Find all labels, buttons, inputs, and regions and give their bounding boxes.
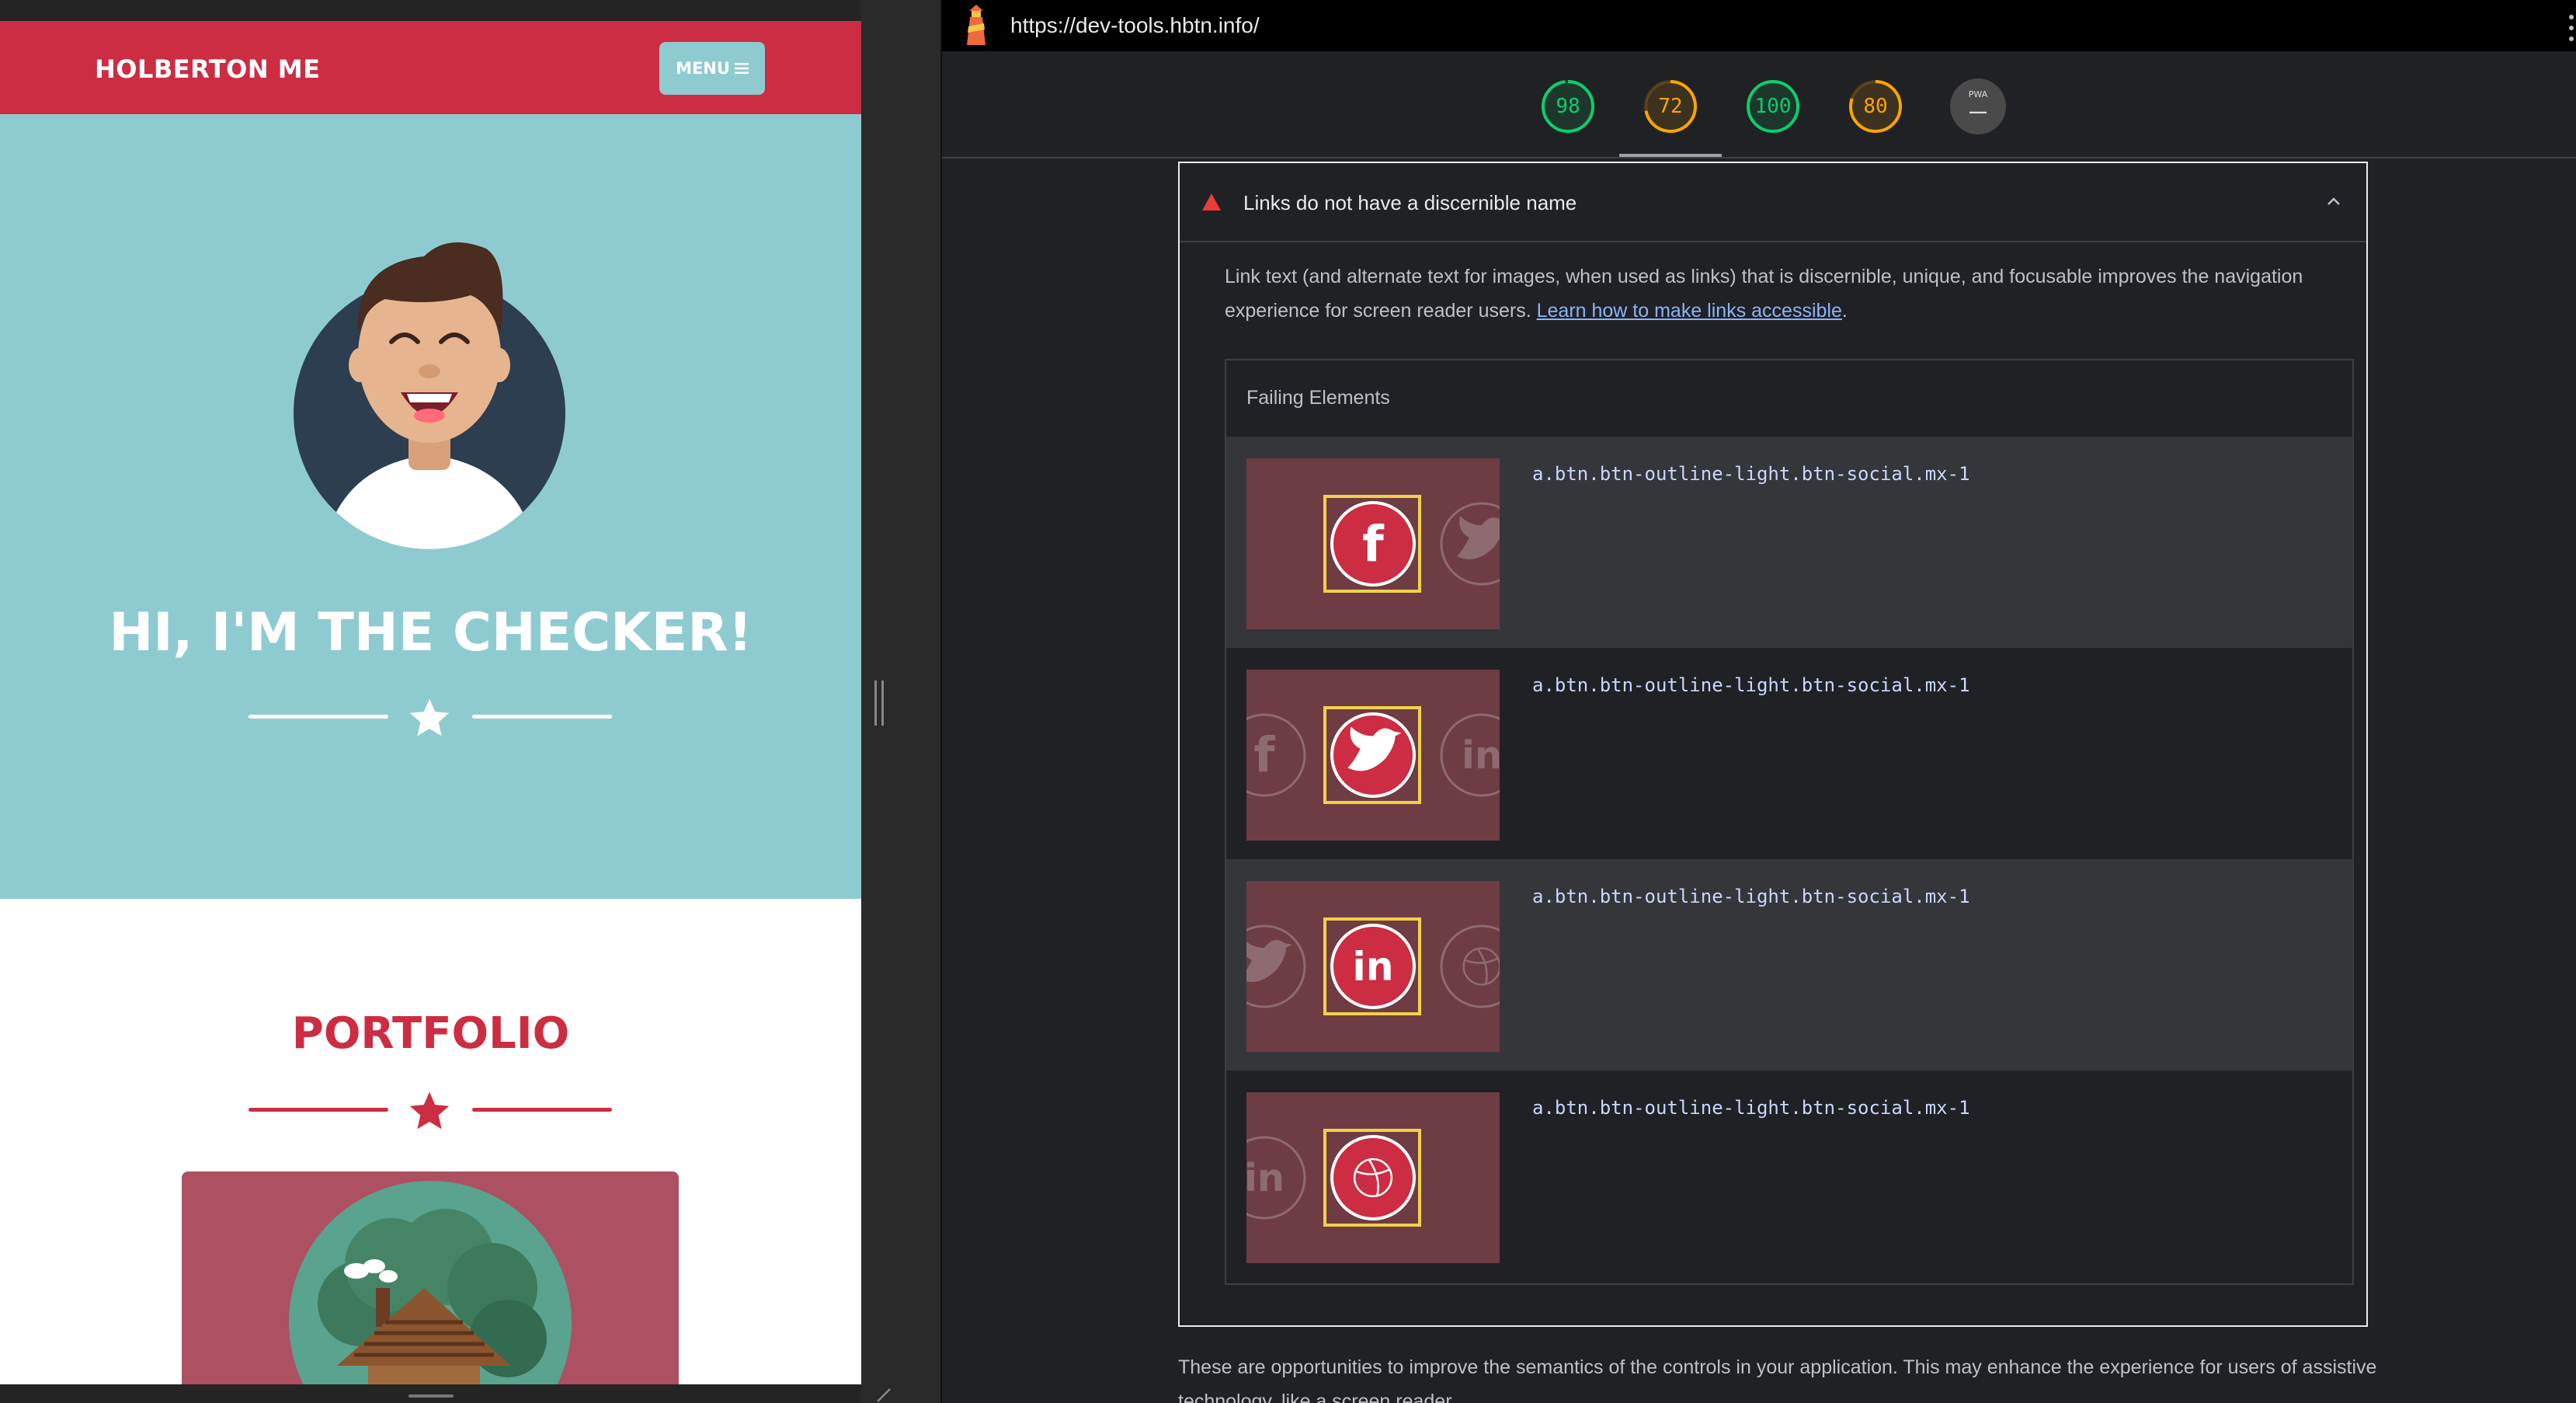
portfolio-title: PORTFOLIO	[291, 1008, 570, 1059]
element-selector[interactable]: a.btn.btn-outline-light.btn-social.mx-1	[1532, 886, 1970, 907]
linkedin-icon: in	[1440, 713, 1500, 797]
score-gauge[interactable]: 80	[1848, 78, 1903, 134]
menu-button[interactable]: MENU	[659, 42, 765, 95]
cabin-illustration-icon	[289, 1181, 572, 1384]
facebook-icon: f	[1330, 501, 1416, 587]
star-icon	[409, 698, 450, 736]
score-gauge[interactable]: 98	[1540, 78, 1596, 134]
dribbble-icon	[1440, 924, 1500, 1008]
svg-text:in: in	[1246, 1155, 1285, 1200]
report-url[interactable]: https://dev-tools.hbtn.info/	[1010, 13, 1260, 38]
menu-label: MENU	[676, 59, 730, 78]
hero-divider-right	[472, 715, 612, 719]
twitter-icon	[1440, 502, 1500, 586]
score-gauge[interactable]: 72	[1643, 78, 1698, 134]
report-url-bar: https://dev-tools.hbtn.info/	[942, 0, 2576, 51]
audit-header[interactable]: Links do not have a discernible name	[1180, 163, 2366, 242]
pwa-badge[interactable]: PWA —	[1950, 78, 2006, 134]
score-gauge[interactable]: 100	[1745, 78, 1801, 134]
linkedin-icon: in	[1330, 924, 1416, 1009]
split-resize-handle[interactable]	[874, 681, 884, 726]
mobile-viewport-preview: HOLBERTON ME MENU HI, I'M THE CHECKER! P…	[0, 0, 861, 1403]
fail-triangle-icon	[1202, 193, 1221, 211]
resize-corner-icon[interactable]	[873, 1384, 892, 1403]
viewport-top-bar	[0, 0, 861, 21]
failing-element-row[interactable]: f in a.btn.btn-outline-light.btn-social.mx…	[1226, 648, 2352, 859]
twitter-icon	[1330, 712, 1416, 798]
audit-description-end: .	[1841, 300, 1848, 322]
viewport-resize-handle[interactable]	[408, 1394, 454, 1398]
portfolio-divider-right	[472, 1108, 612, 1112]
star-icon	[409, 1091, 450, 1130]
selected-gauge-indicator	[1619, 154, 1722, 157]
lighthouse-logo-icon	[967, 5, 986, 45]
hamburger-icon	[734, 63, 749, 74]
chevron-up-icon[interactable]	[2324, 193, 2343, 211]
audit-title: Links do not have a discernible name	[1243, 191, 1577, 214]
more-options-icon[interactable]	[2567, 12, 2576, 44]
learn-more-link[interactable]: Learn how to make links accessible	[1537, 300, 1842, 322]
failing-elements-table: Failing Elements f a.btn.btn-outline-ligh…	[1225, 359, 2354, 1285]
gauge-score: 100	[1754, 95, 1792, 118]
facebook-icon: f	[1246, 713, 1306, 797]
element-selector[interactable]: a.btn.btn-outline-light.btn-social.mx-1	[1532, 463, 1970, 485]
failing-element-row[interactable]: in a.btn.btn-outline-light.btn-social.mx-…	[1226, 1071, 2352, 1282]
failing-element-row[interactable]: f a.btn.btn-outline-light.btn-social.mx-1	[1226, 437, 2352, 648]
failing-element-row[interactable]: in a.btn.btn-outline-light.btn-social.mx-…	[1226, 859, 2352, 1071]
pwa-label: PWA	[1968, 89, 1988, 99]
svg-text:f: f	[1253, 727, 1275, 784]
audit-card: Links do not have a discernible name Lin…	[1178, 162, 2368, 1327]
pwa-score-dash: —	[1969, 102, 1987, 121]
gauge-score: 72	[1658, 95, 1683, 118]
split-separator	[861, 0, 942, 1403]
avatar-illustration	[294, 242, 565, 549]
element-screenshot-thumbnail: in	[1246, 881, 1500, 1052]
category-description: These are opportunities to improve the s…	[1178, 1356, 2377, 1403]
failing-elements-header: Failing Elements	[1246, 387, 1390, 409]
gauge-score: 98	[1556, 95, 1580, 118]
gauge-score: 80	[1863, 95, 1888, 118]
svg-text:in: in	[1462, 733, 1500, 778]
site-brand[interactable]: HOLBERTON ME	[95, 54, 320, 84]
element-selector[interactable]: a.btn.btn-outline-light.btn-social.mx-1	[1532, 1097, 1970, 1119]
hero-divider-left	[249, 715, 388, 719]
twitter-icon	[1246, 924, 1306, 1008]
dribbble-icon	[1330, 1135, 1416, 1220]
viewport-bottom-bar	[0, 1384, 861, 1403]
portfolio-divider-left	[249, 1108, 388, 1112]
portfolio-item-card[interactable]	[182, 1171, 679, 1384]
element-selector[interactable]: a.btn.btn-outline-light.btn-social.mx-1	[1532, 674, 1970, 696]
svg-text:in: in	[1352, 944, 1393, 990]
element-screenshot-thumbnail: in	[1246, 1092, 1500, 1263]
svg-text:f: f	[1362, 515, 1385, 573]
audit-description: Link text (and alternate text for images…	[1225, 259, 2312, 328]
hero-title: HI, I'M THE CHECKER!	[109, 602, 753, 663]
linkedin-icon: in	[1246, 1136, 1306, 1220]
element-screenshot-thumbnail: f	[1246, 458, 1500, 629]
element-screenshot-thumbnail: f in	[1246, 670, 1500, 841]
lighthouse-report-panel: https://dev-tools.hbtn.info/ Links do no…	[942, 0, 2576, 1403]
